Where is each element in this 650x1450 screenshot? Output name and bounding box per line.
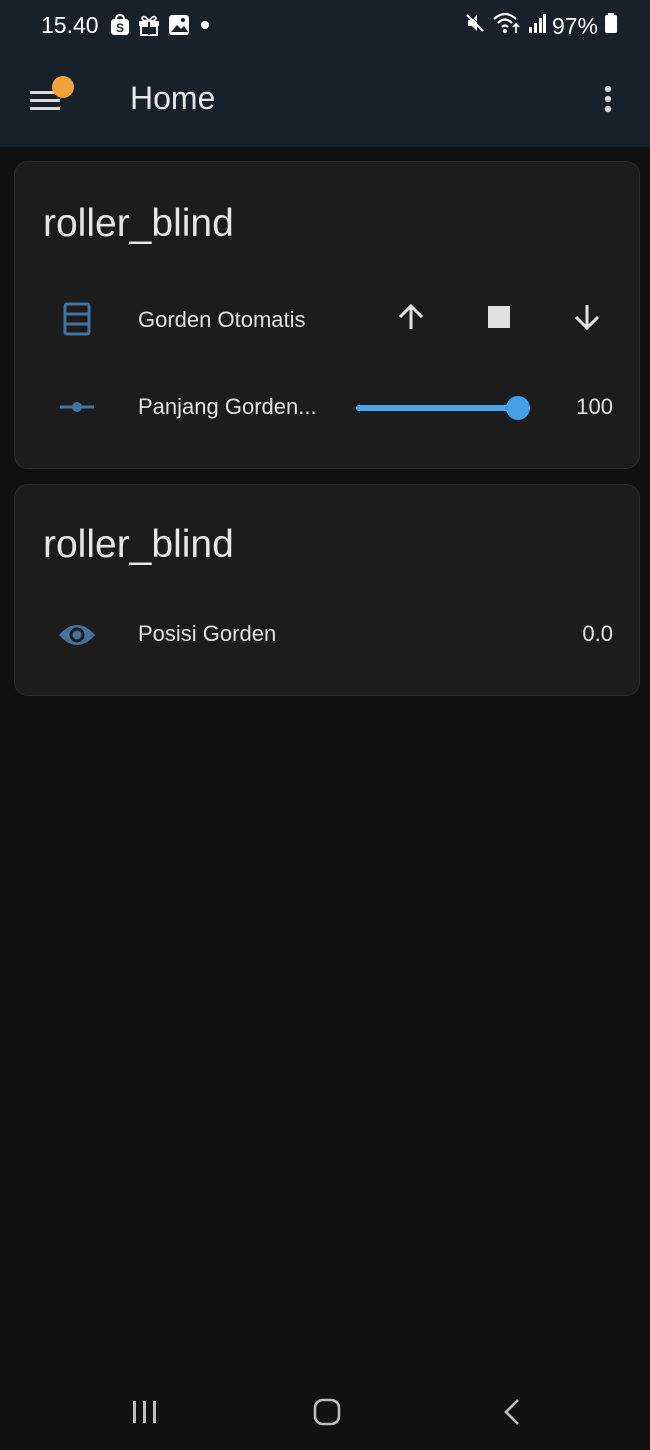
status-time: 15.40 (41, 12, 99, 38)
slider-fill (356, 405, 518, 411)
card-roller-blind-position: roller_blind Posisi Gorden 0.0 (14, 484, 640, 696)
eye-icon[interactable] (55, 613, 99, 657)
wifi-icon (492, 12, 522, 40)
mute-icon (464, 12, 486, 40)
svg-text:S: S (116, 21, 124, 35)
slider-thumb[interactable] (506, 396, 530, 420)
close-cover-button[interactable] (565, 297, 609, 341)
arrow-up-icon[interactable] (396, 302, 426, 337)
length-slider[interactable] (356, 396, 530, 420)
slider-value: 100 (576, 394, 613, 419)
menu-button[interactable] (28, 76, 76, 118)
row-label-posisi-gorden[interactable]: Posisi Gorden (138, 621, 276, 647)
gift-icon (138, 14, 160, 41)
more-vert-icon[interactable] (596, 85, 620, 122)
stop-icon[interactable] (487, 305, 511, 334)
ray-vertex-icon[interactable] (55, 385, 99, 429)
sensor-value: 0.0 (582, 621, 613, 646)
stop-cover-button[interactable] (477, 297, 521, 341)
overflow-menu-button[interactable] (596, 84, 620, 118)
app-header: Home (0, 52, 650, 147)
arrow-down-icon[interactable] (572, 302, 602, 337)
card-title: roller_blind (43, 523, 234, 566)
battery-icon (604, 12, 618, 40)
back-icon[interactable] (500, 1397, 524, 1432)
page-title: Home (130, 80, 216, 116)
home-icon[interactable] (312, 1397, 342, 1432)
card-title: roller_blind (43, 202, 234, 245)
window-shutter-icon[interactable] (55, 297, 99, 341)
battery-percent: 97% (551, 12, 598, 39)
back-button[interactable] (487, 1394, 537, 1434)
card-roller-blind-controls: roller_blind Gorden Otomatis Panjang Gor… (14, 161, 640, 469)
signal-icon (528, 12, 546, 40)
status-bar: 15.40 S 97% (0, 0, 650, 52)
row-label-gorden-otomatis[interactable]: Gorden Otomatis (138, 307, 306, 333)
shopee-icon: S (110, 13, 130, 41)
home-button[interactable] (302, 1394, 352, 1434)
recent-apps-button[interactable] (120, 1394, 170, 1434)
recent-apps-icon[interactable] (130, 1398, 160, 1431)
system-nav-bar (0, 1380, 650, 1450)
menu-badge (52, 76, 74, 98)
row-label-panjang-gorden[interactable]: Panjang Gorden... (138, 394, 317, 420)
status-notification-icons: S (110, 13, 212, 41)
gallery-icon (168, 14, 190, 41)
open-cover-button[interactable] (389, 297, 433, 341)
notification-dot-icon (198, 14, 212, 41)
status-system-icons: 97% (464, 12, 618, 40)
